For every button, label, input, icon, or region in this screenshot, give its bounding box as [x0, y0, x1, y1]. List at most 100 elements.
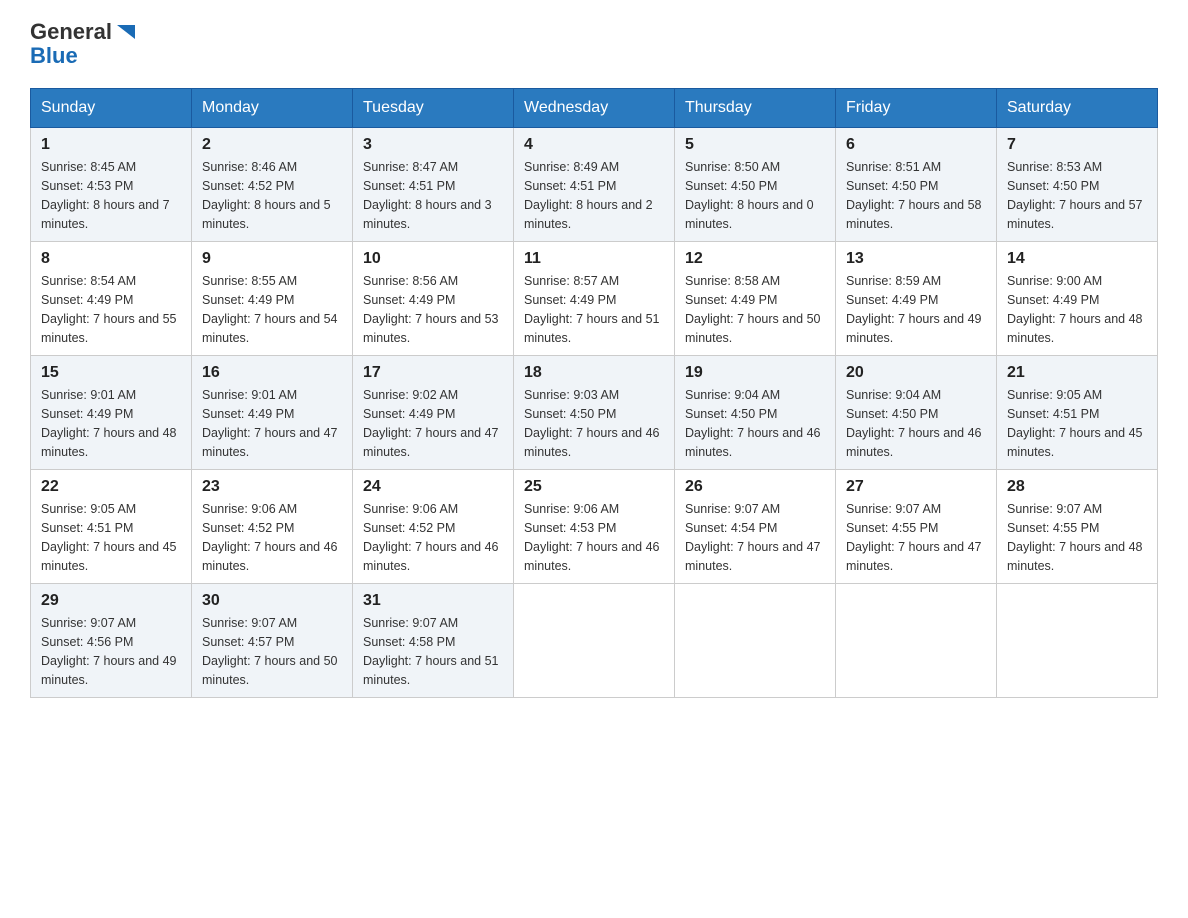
day-info: Sunrise: 9:06 AM Sunset: 4:52 PM Dayligh… — [363, 500, 503, 575]
day-info: Sunrise: 8:55 AM Sunset: 4:49 PM Dayligh… — [202, 272, 342, 347]
day-number: 19 — [685, 364, 825, 382]
day-number: 3 — [363, 136, 503, 154]
calendar-cell: 28 Sunrise: 9:07 AM Sunset: 4:55 PM Dayl… — [997, 470, 1158, 584]
week-row-1: 1 Sunrise: 8:45 AM Sunset: 4:53 PM Dayli… — [31, 128, 1158, 242]
day-number: 2 — [202, 136, 342, 154]
day-number: 4 — [524, 136, 664, 154]
day-number: 9 — [202, 250, 342, 268]
weekday-header-sunday: Sunday — [31, 89, 192, 128]
calendar-cell: 7 Sunrise: 8:53 AM Sunset: 4:50 PM Dayli… — [997, 128, 1158, 242]
calendar-cell: 21 Sunrise: 9:05 AM Sunset: 4:51 PM Dayl… — [997, 356, 1158, 470]
week-row-4: 22 Sunrise: 9:05 AM Sunset: 4:51 PM Dayl… — [31, 470, 1158, 584]
calendar-cell: 8 Sunrise: 8:54 AM Sunset: 4:49 PM Dayli… — [31, 242, 192, 356]
weekday-header-monday: Monday — [192, 89, 353, 128]
calendar-cell: 22 Sunrise: 9:05 AM Sunset: 4:51 PM Dayl… — [31, 470, 192, 584]
calendar-cell — [514, 584, 675, 698]
day-info: Sunrise: 9:07 AM Sunset: 4:58 PM Dayligh… — [363, 614, 503, 689]
day-info: Sunrise: 9:03 AM Sunset: 4:50 PM Dayligh… — [524, 386, 664, 461]
day-number: 15 — [41, 364, 181, 382]
day-info: Sunrise: 8:47 AM Sunset: 4:51 PM Dayligh… — [363, 158, 503, 233]
day-info: Sunrise: 9:07 AM Sunset: 4:55 PM Dayligh… — [846, 500, 986, 575]
day-info: Sunrise: 9:05 AM Sunset: 4:51 PM Dayligh… — [41, 500, 181, 575]
day-info: Sunrise: 9:04 AM Sunset: 4:50 PM Dayligh… — [685, 386, 825, 461]
calendar-cell: 31 Sunrise: 9:07 AM Sunset: 4:58 PM Dayl… — [353, 584, 514, 698]
day-number: 25 — [524, 478, 664, 496]
day-info: Sunrise: 9:06 AM Sunset: 4:53 PM Dayligh… — [524, 500, 664, 575]
weekday-header-thursday: Thursday — [675, 89, 836, 128]
day-number: 1 — [41, 136, 181, 154]
day-number: 13 — [846, 250, 986, 268]
week-row-3: 15 Sunrise: 9:01 AM Sunset: 4:49 PM Dayl… — [31, 356, 1158, 470]
day-info: Sunrise: 9:04 AM Sunset: 4:50 PM Dayligh… — [846, 386, 986, 461]
day-number: 23 — [202, 478, 342, 496]
day-number: 28 — [1007, 478, 1147, 496]
day-info: Sunrise: 8:45 AM Sunset: 4:53 PM Dayligh… — [41, 158, 181, 233]
calendar-cell: 12 Sunrise: 8:58 AM Sunset: 4:49 PM Dayl… — [675, 242, 836, 356]
day-info: Sunrise: 9:06 AM Sunset: 4:52 PM Dayligh… — [202, 500, 342, 575]
day-number: 14 — [1007, 250, 1147, 268]
day-info: Sunrise: 9:01 AM Sunset: 4:49 PM Dayligh… — [41, 386, 181, 461]
day-number: 5 — [685, 136, 825, 154]
calendar-cell — [997, 584, 1158, 698]
day-number: 12 — [685, 250, 825, 268]
day-number: 30 — [202, 592, 342, 610]
calendar-cell: 26 Sunrise: 9:07 AM Sunset: 4:54 PM Dayl… — [675, 470, 836, 584]
day-number: 24 — [363, 478, 503, 496]
day-number: 18 — [524, 364, 664, 382]
day-info: Sunrise: 8:50 AM Sunset: 4:50 PM Dayligh… — [685, 158, 825, 233]
weekday-header-wednesday: Wednesday — [514, 89, 675, 128]
calendar-cell: 5 Sunrise: 8:50 AM Sunset: 4:50 PM Dayli… — [675, 128, 836, 242]
calendar-cell: 3 Sunrise: 8:47 AM Sunset: 4:51 PM Dayli… — [353, 128, 514, 242]
day-info: Sunrise: 8:51 AM Sunset: 4:50 PM Dayligh… — [846, 158, 986, 233]
day-number: 29 — [41, 592, 181, 610]
calendar-cell: 10 Sunrise: 8:56 AM Sunset: 4:49 PM Dayl… — [353, 242, 514, 356]
calendar-cell: 29 Sunrise: 9:07 AM Sunset: 4:56 PM Dayl… — [31, 584, 192, 698]
day-info: Sunrise: 9:07 AM Sunset: 4:57 PM Dayligh… — [202, 614, 342, 689]
day-info: Sunrise: 8:54 AM Sunset: 4:49 PM Dayligh… — [41, 272, 181, 347]
day-number: 26 — [685, 478, 825, 496]
calendar-cell: 18 Sunrise: 9:03 AM Sunset: 4:50 PM Dayl… — [514, 356, 675, 470]
day-number: 16 — [202, 364, 342, 382]
logo-general: General — [30, 20, 112, 44]
calendar-cell: 17 Sunrise: 9:02 AM Sunset: 4:49 PM Dayl… — [353, 356, 514, 470]
day-number: 11 — [524, 250, 664, 268]
weekday-header-friday: Friday — [836, 89, 997, 128]
calendar-cell: 14 Sunrise: 9:00 AM Sunset: 4:49 PM Dayl… — [997, 242, 1158, 356]
day-number: 20 — [846, 364, 986, 382]
page-header: General Blue — [30, 20, 1158, 68]
calendar-table: SundayMondayTuesdayWednesdayThursdayFrid… — [30, 88, 1158, 698]
weekday-header-tuesday: Tuesday — [353, 89, 514, 128]
weekday-header-row: SundayMondayTuesdayWednesdayThursdayFrid… — [31, 89, 1158, 128]
calendar-cell: 23 Sunrise: 9:06 AM Sunset: 4:52 PM Dayl… — [192, 470, 353, 584]
logo-triangle-icon — [115, 21, 137, 43]
calendar-cell: 24 Sunrise: 9:06 AM Sunset: 4:52 PM Dayl… — [353, 470, 514, 584]
day-info: Sunrise: 9:00 AM Sunset: 4:49 PM Dayligh… — [1007, 272, 1147, 347]
week-row-5: 29 Sunrise: 9:07 AM Sunset: 4:56 PM Dayl… — [31, 584, 1158, 698]
day-info: Sunrise: 9:02 AM Sunset: 4:49 PM Dayligh… — [363, 386, 503, 461]
calendar-cell — [675, 584, 836, 698]
calendar-cell: 13 Sunrise: 8:59 AM Sunset: 4:49 PM Dayl… — [836, 242, 997, 356]
day-info: Sunrise: 8:59 AM Sunset: 4:49 PM Dayligh… — [846, 272, 986, 347]
calendar-cell — [836, 584, 997, 698]
day-number: 6 — [846, 136, 986, 154]
calendar-cell: 2 Sunrise: 8:46 AM Sunset: 4:52 PM Dayli… — [192, 128, 353, 242]
day-number: 21 — [1007, 364, 1147, 382]
calendar-cell: 19 Sunrise: 9:04 AM Sunset: 4:50 PM Dayl… — [675, 356, 836, 470]
day-info: Sunrise: 9:07 AM Sunset: 4:56 PM Dayligh… — [41, 614, 181, 689]
day-number: 22 — [41, 478, 181, 496]
calendar-cell: 20 Sunrise: 9:04 AM Sunset: 4:50 PM Dayl… — [836, 356, 997, 470]
day-info: Sunrise: 8:57 AM Sunset: 4:49 PM Dayligh… — [524, 272, 664, 347]
logo: General Blue — [30, 20, 137, 68]
calendar-cell: 6 Sunrise: 8:51 AM Sunset: 4:50 PM Dayli… — [836, 128, 997, 242]
day-info: Sunrise: 8:46 AM Sunset: 4:52 PM Dayligh… — [202, 158, 342, 233]
day-info: Sunrise: 8:56 AM Sunset: 4:49 PM Dayligh… — [363, 272, 503, 347]
calendar-cell: 15 Sunrise: 9:01 AM Sunset: 4:49 PM Dayl… — [31, 356, 192, 470]
day-number: 8 — [41, 250, 181, 268]
calendar-cell: 11 Sunrise: 8:57 AM Sunset: 4:49 PM Dayl… — [514, 242, 675, 356]
day-number: 31 — [363, 592, 503, 610]
calendar-cell: 30 Sunrise: 9:07 AM Sunset: 4:57 PM Dayl… — [192, 584, 353, 698]
day-number: 17 — [363, 364, 503, 382]
week-row-2: 8 Sunrise: 8:54 AM Sunset: 4:49 PM Dayli… — [31, 242, 1158, 356]
day-info: Sunrise: 9:07 AM Sunset: 4:55 PM Dayligh… — [1007, 500, 1147, 575]
calendar-cell: 1 Sunrise: 8:45 AM Sunset: 4:53 PM Dayli… — [31, 128, 192, 242]
